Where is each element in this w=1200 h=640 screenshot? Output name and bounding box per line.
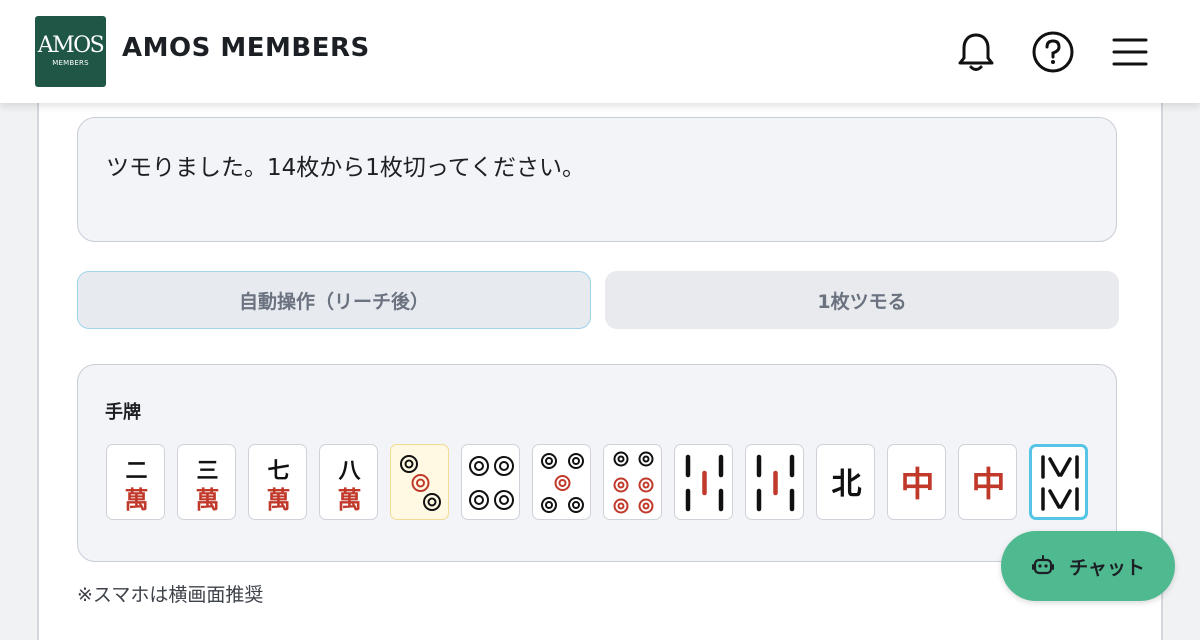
tile-2-man[interactable]: 二 萬 <box>106 444 165 520</box>
tile-6-pin[interactable] <box>603 444 662 520</box>
tile-5-sou[interactable] <box>745 444 804 520</box>
robot-icon <box>1031 554 1055 578</box>
hand-label: 手牌 <box>105 402 141 423</box>
logo[interactable]: AMOS MEMBERS <box>35 16 106 87</box>
draw-tile-button[interactable]: 1枚ツモる <box>605 271 1119 329</box>
logo-subtext: MEMBERS <box>52 59 89 67</box>
tile-suit-char: 萬 <box>338 486 362 514</box>
tile-honor-char: 中 <box>901 465 935 505</box>
chat-label: チャット <box>1069 556 1145 579</box>
brand-title: AMOS MEMBERS <box>122 33 370 63</box>
tile-8-sou[interactable] <box>1029 444 1088 520</box>
tile-top-char: 二 <box>125 459 147 484</box>
tile-5-sou[interactable] <box>674 444 733 520</box>
tile-8-man[interactable]: 八 萬 <box>319 444 378 520</box>
tile-top-char: 三 <box>196 459 218 484</box>
tile-suit-char: 萬 <box>267 486 291 514</box>
bell-icon[interactable] <box>954 30 998 74</box>
tile-suit-char: 萬 <box>125 486 149 514</box>
tile-north[interactable]: 北 <box>816 444 875 520</box>
tile-7-man[interactable]: 七 萬 <box>248 444 307 520</box>
help-icon[interactable] <box>1031 30 1075 74</box>
orientation-note: ※スマホは横画面推奨 <box>77 584 264 606</box>
tile-suit-char: 萬 <box>196 486 220 514</box>
menu-icon[interactable] <box>1108 30 1152 74</box>
auto-operate-button[interactable]: 自動操作（リーチ後） <box>77 271 591 329</box>
logo-text: AMOS <box>37 33 105 58</box>
tile-3-pin[interactable] <box>390 444 449 520</box>
chat-button[interactable]: チャット <box>1001 531 1175 601</box>
header: AMOS MEMBERS AMOS MEMBERS <box>0 0 1200 103</box>
message-box: ツモりました。14枚から1枚切ってください。 <box>77 117 1117 242</box>
tile-5-pin[interactable] <box>532 444 591 520</box>
tile-red-dragon[interactable]: 中 <box>887 444 946 520</box>
message-text: ツモりました。14枚から1枚切ってください。 <box>106 155 586 181</box>
tile-top-char: 七 <box>267 459 289 484</box>
tile-3-man[interactable]: 三 萬 <box>177 444 236 520</box>
tile-red-dragon[interactable]: 中 <box>958 444 1017 520</box>
tile-honor-char: 北 <box>832 467 862 502</box>
tile-top-char: 八 <box>338 459 361 484</box>
tile-4-pin[interactable] <box>461 444 520 520</box>
tile-honor-char: 中 <box>972 465 1006 505</box>
